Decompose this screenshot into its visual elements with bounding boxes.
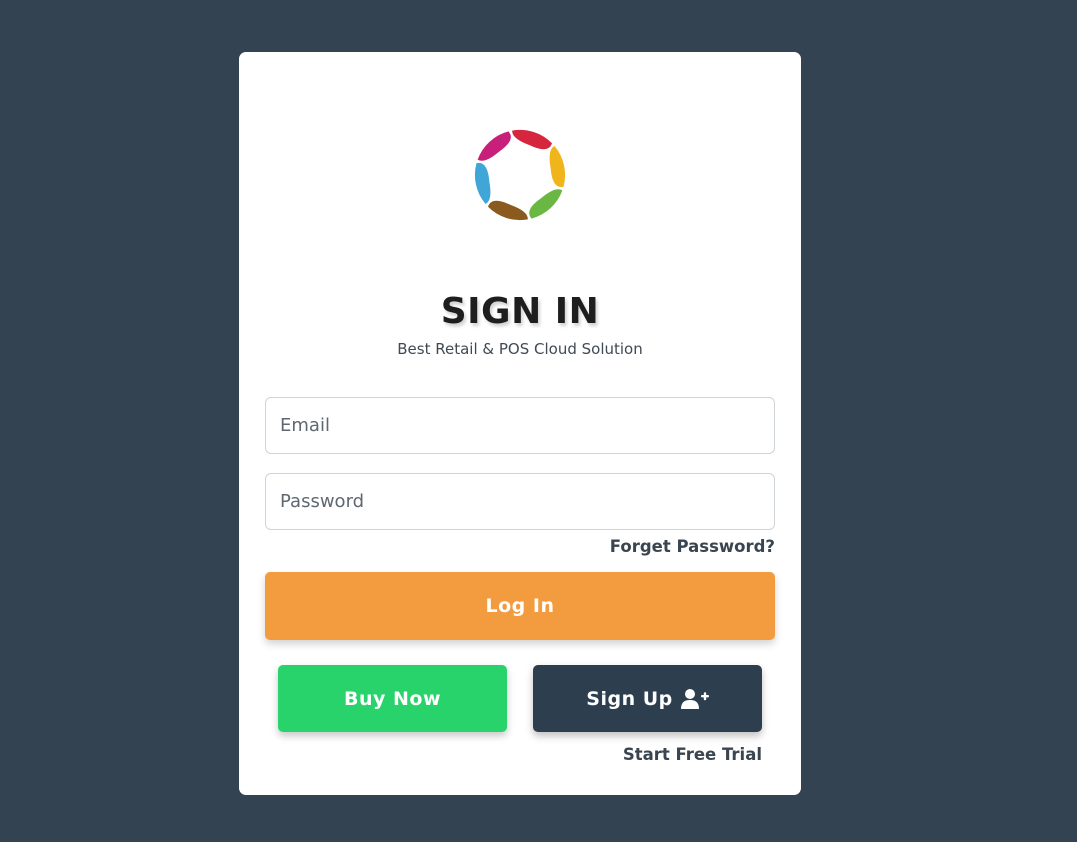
password-field[interactable] xyxy=(265,473,775,530)
forgot-password-link[interactable]: Forget Password? xyxy=(610,536,775,558)
page-subtitle: Best Retail & POS Cloud Solution xyxy=(397,340,643,358)
logo-segment xyxy=(549,146,566,188)
logo-ring-icon xyxy=(474,129,566,221)
logo-segment xyxy=(477,131,511,161)
sign-in-card: SIGN IN Best Retail & POS Cloud Solution… xyxy=(239,52,801,795)
logo-segment xyxy=(529,189,563,219)
page-title: SIGN IN xyxy=(440,291,600,332)
login-button[interactable]: Log In xyxy=(265,572,775,640)
sign-up-label: Sign Up xyxy=(586,687,673,710)
logo-segment xyxy=(512,129,552,150)
start-free-trial-link[interactable]: Start Free Trial xyxy=(623,744,762,766)
email-field[interactable] xyxy=(265,397,775,454)
user-plus-icon xyxy=(680,688,709,709)
buy-now-button[interactable]: Buy Now xyxy=(278,665,507,732)
sign-up-button[interactable]: Sign Up xyxy=(533,665,762,732)
logo-segment xyxy=(474,162,491,204)
logo-segment xyxy=(488,200,528,221)
